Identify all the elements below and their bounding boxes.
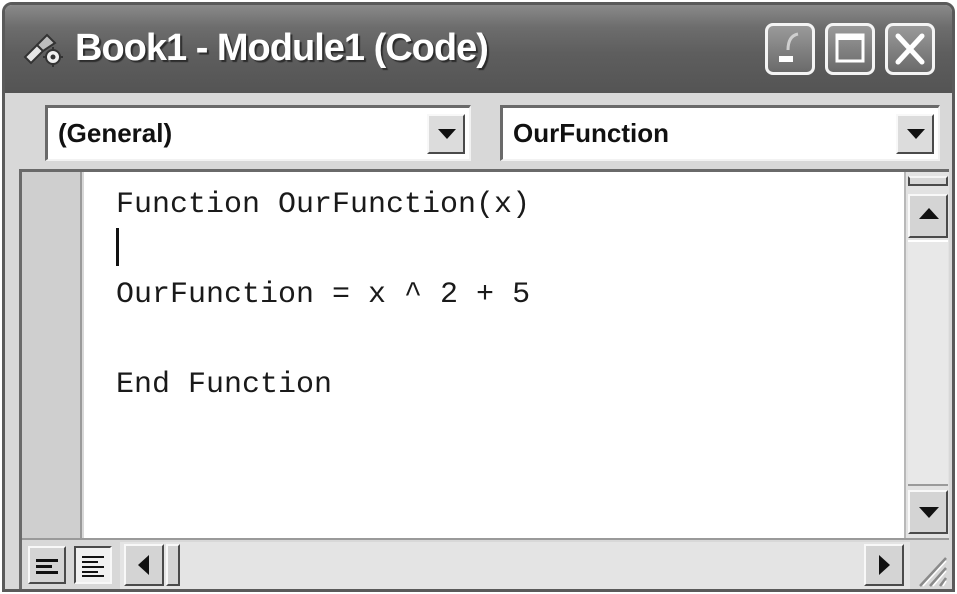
scroll-left-button[interactable] [124,544,164,586]
close-button[interactable] [885,23,935,75]
horizontal-scrollbar[interactable] [120,542,910,589]
code-line: OurFunction = x ^ 2 + 5 [116,278,531,312]
procedure-combo[interactable]: OurFunction [500,105,940,161]
procedure-combo-dropdown-button[interactable] [896,114,934,154]
vba-module-icon [23,33,63,67]
code-pane: Function OurFunction(x) OurFunction = x … [19,169,949,589]
minimize-icon [779,32,799,62]
bottom-bar [22,538,949,589]
procedure-view-button[interactable] [28,546,66,584]
horizontal-scroll-thumb[interactable] [166,544,180,586]
close-icon [895,33,925,65]
scroll-down-button[interactable] [908,490,948,534]
object-combo-dropdown-button[interactable] [427,114,465,154]
scroll-right-button[interactable] [864,544,904,586]
code-window: Book1 - Module1 (Code) (General) OurFunc… [2,2,955,592]
code-line: End Function [116,368,333,402]
code-editor[interactable]: Function OurFunction(x) OurFunction = x … [84,172,904,538]
minimize-button[interactable] [765,23,815,75]
window-title: Book1 - Module1 (Code) [75,27,489,69]
split-bar-handle[interactable] [908,176,948,186]
vertical-scrollbar[interactable] [904,172,949,538]
resize-grip-icon[interactable] [912,546,948,588]
object-combo[interactable]: (General) [45,105,471,161]
vertical-scroll-track[interactable] [908,240,948,486]
code-line: Function OurFunction(x) [116,188,531,222]
maximize-icon [835,33,865,63]
object-combo-value: (General) [58,118,173,148]
procedure-combo-value: OurFunction [513,118,669,148]
procedure-view-icon [36,559,58,574]
full-module-view-icon [82,556,104,577]
full-module-view-button[interactable] [74,546,112,584]
text-caret [116,228,119,266]
scroll-up-button[interactable] [908,194,948,238]
margin-indicator-bar[interactable] [22,172,82,538]
maximize-button[interactable] [825,23,875,75]
title-bar[interactable]: Book1 - Module1 (Code) [5,5,952,93]
